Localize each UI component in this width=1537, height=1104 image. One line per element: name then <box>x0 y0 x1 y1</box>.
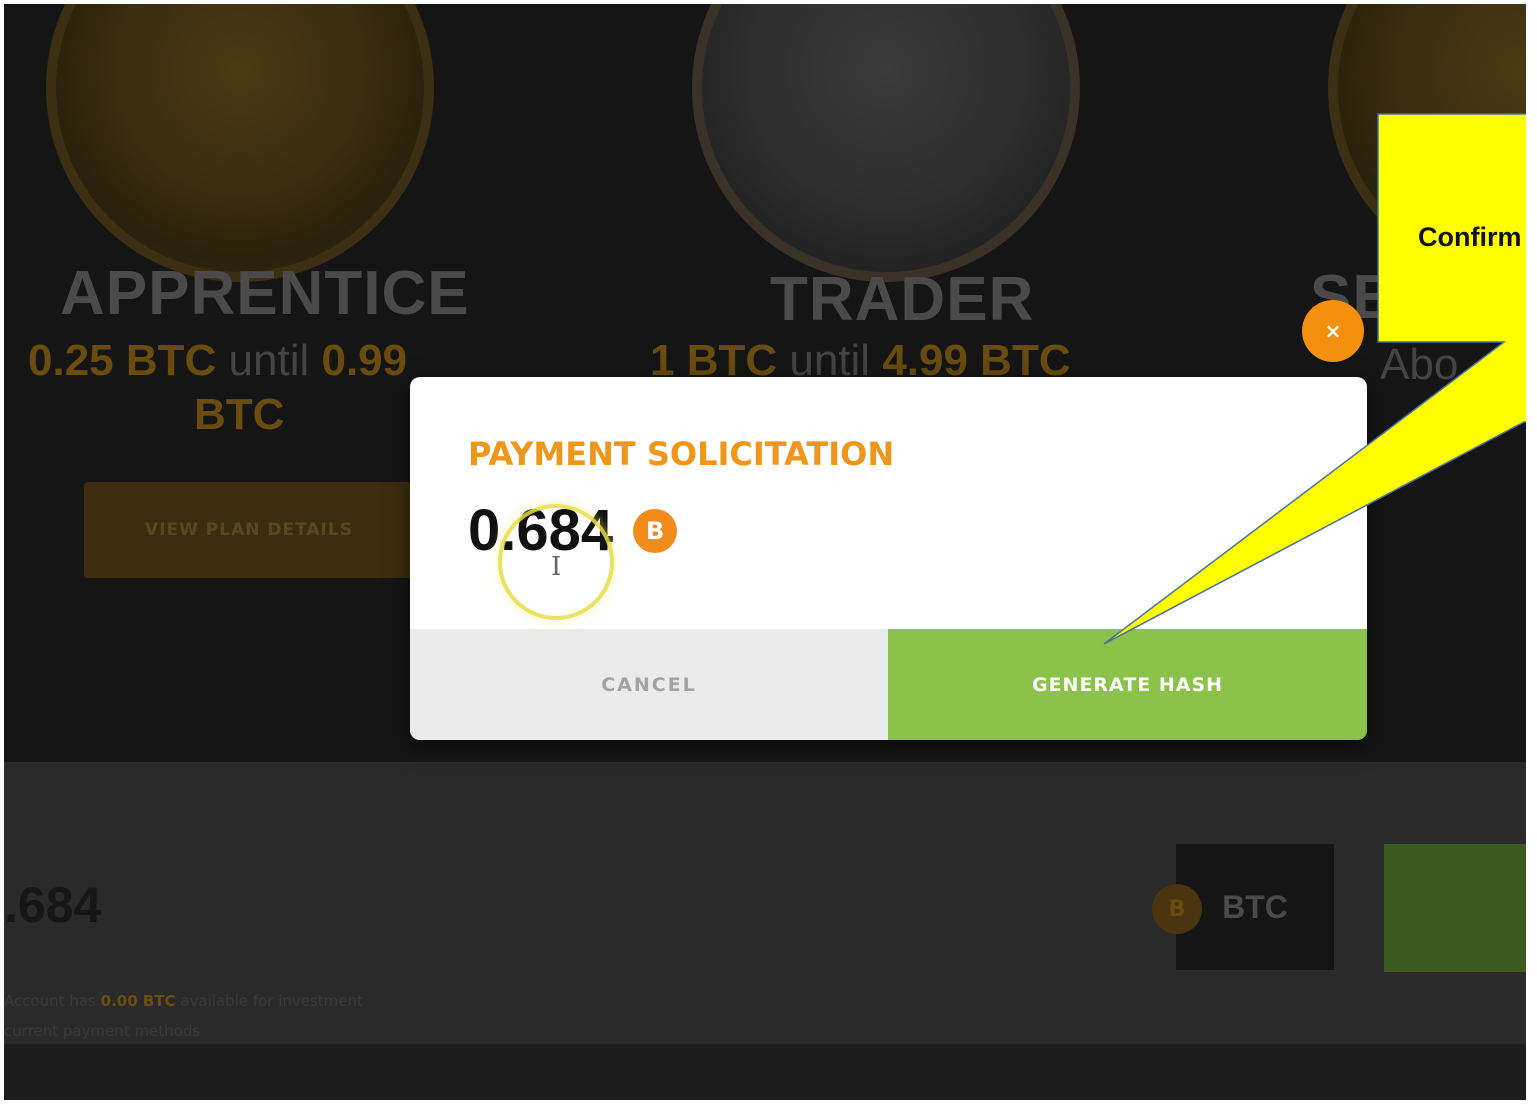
callout-shape <box>1103 113 1526 645</box>
callout-annotation <box>1103 113 1526 645</box>
callout-text: Confirm <box>1418 222 1522 252</box>
screenshot-frame: APPRENTICE 0.25 BTC until 0.99 BTC VIEW … <box>4 4 1526 1100</box>
